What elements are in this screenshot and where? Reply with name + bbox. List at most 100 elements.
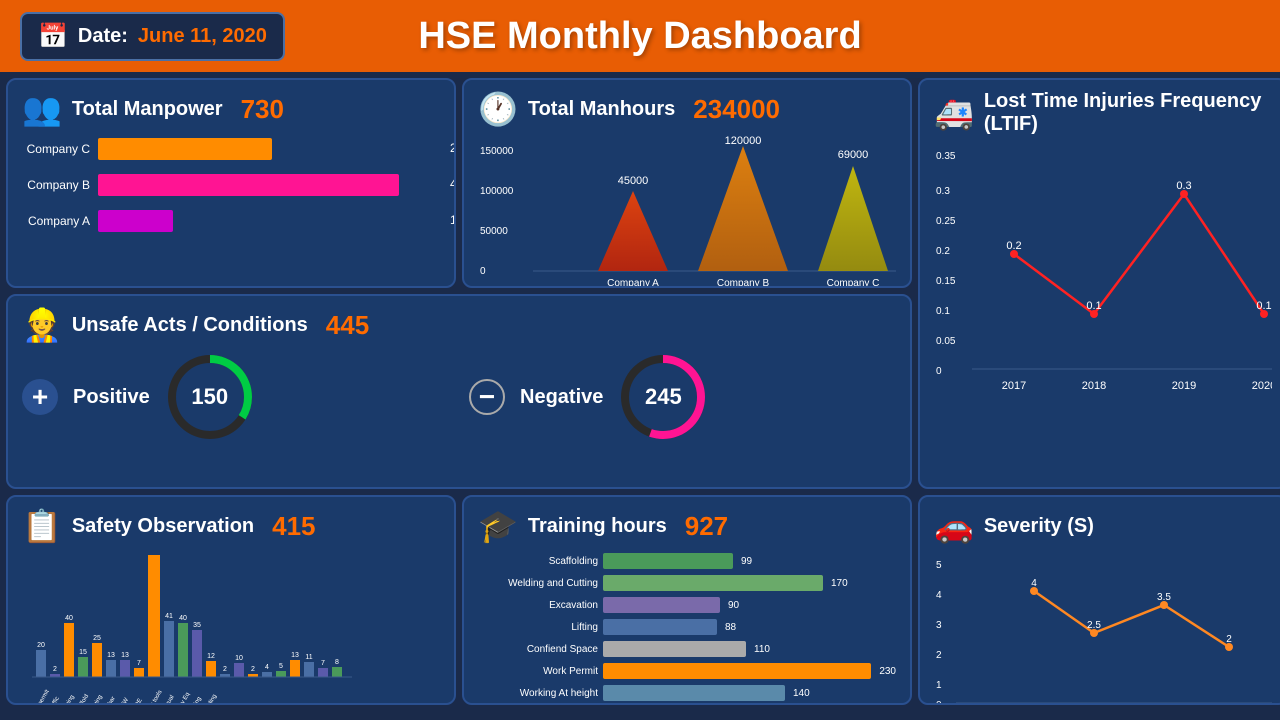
welding-value: 170 [831, 578, 848, 589]
positive-label: Positive [73, 386, 150, 409]
company-b-value: 400 [450, 177, 456, 191]
training-card: 🎓 Training hours 927 Scaffolding 99 Weld… [462, 495, 912, 705]
svg-text:1: 1 [936, 680, 942, 691]
excavation-value: 90 [728, 600, 739, 611]
height-bar [603, 685, 785, 701]
scaffolding-value: 99 [741, 556, 752, 567]
ltif-icon: 🚑 [934, 94, 974, 132]
svg-text:Rigging: Rigging [88, 694, 103, 705]
confined-bar [603, 641, 746, 657]
svg-text:Traffic: Traffic [47, 696, 60, 705]
svg-text:0.1: 0.1 [936, 306, 950, 317]
safety-value: 415 [272, 511, 315, 542]
svg-text:7: 7 [137, 660, 141, 667]
svg-text:0.2: 0.2 [1006, 240, 1021, 252]
svg-text:7: 7 [321, 660, 325, 667]
training-bar-scaffolding: Scaffolding 99 [478, 553, 896, 569]
ltif-header: 🚑 Lost Time Injuries Frequency (LTIF) [934, 90, 1272, 136]
svg-text:0.1: 0.1 [1256, 300, 1271, 312]
svg-text:2.5: 2.5 [1087, 620, 1101, 631]
svg-text:PTW: PTW [118, 697, 130, 705]
svg-text:Welding: Welding [202, 694, 218, 705]
negative-section: − Negative 245 [469, 352, 896, 442]
ltif-svg: 0.35 0.3 0.25 0.2 0.15 0.1 0.05 0 [934, 144, 1272, 414]
svg-text:35: 35 [193, 622, 201, 629]
training-bar-workpermit: Work Permit 230 [478, 663, 896, 679]
svg-text:13: 13 [291, 652, 299, 659]
welding-bar [603, 575, 823, 591]
ltif-chart: 0.35 0.3 0.25 0.2 0.15 0.1 0.05 0 [934, 144, 1272, 414]
workpermit-label: Work Permit [478, 666, 598, 677]
svg-text:Heavy Eq: Heavy Eq [173, 692, 191, 705]
date-value: June 11, 2020 [138, 25, 267, 48]
manpower-bar-companyC: Company C 230 [22, 138, 440, 160]
training-title: Training hours [528, 515, 667, 538]
negative-gauge: 245 [618, 352, 708, 442]
minus-icon: − [469, 379, 505, 415]
unsafe-header: 👷 Unsafe Acts / Conditions 445 [22, 306, 896, 344]
svg-text:Lifting: Lifting [190, 696, 203, 705]
svg-text:50000: 50000 [480, 226, 508, 237]
training-icon: 🎓 [478, 507, 518, 545]
svg-text:2: 2 [223, 666, 227, 673]
lifting-value: 88 [725, 622, 736, 633]
height-value: 140 [793, 688, 810, 699]
company-c-bar [98, 138, 272, 160]
safety-header: 📋 Safety Observation 415 [22, 507, 440, 545]
svg-text:0: 0 [480, 266, 486, 277]
svg-text:5: 5 [279, 663, 283, 670]
training-header: 🎓 Training hours 927 [478, 507, 896, 545]
svg-text:Company A: Company A [607, 278, 659, 288]
svg-text:5: 5 [936, 560, 942, 571]
svg-text:12: 12 [207, 653, 215, 660]
svg-text:0.35: 0.35 [936, 151, 956, 162]
company-c-value: 230 [450, 141, 456, 155]
calendar-icon: 📅 [38, 22, 68, 51]
svg-text:0.3: 0.3 [936, 186, 950, 197]
svg-text:0.2: 0.2 [936, 246, 950, 257]
page-title: HSE Monthly Dashboard [418, 15, 861, 58]
unsafe-title: Unsafe Acts / Conditions [72, 314, 308, 337]
confined-label: Confiend Space [478, 644, 598, 655]
company-a-label: Company A [22, 214, 90, 228]
unsafe-card: 👷 Unsafe Acts / Conditions 445 + Positiv… [6, 294, 912, 489]
manhours-value: 234000 [693, 94, 780, 125]
svg-text:10: 10 [235, 655, 243, 662]
svg-text:120000: 120000 [725, 136, 762, 147]
company-c-label: Company C [22, 142, 90, 156]
ltif-title: Lost Time Injuries Frequency [984, 90, 1261, 113]
svg-text:Signing: Signing [61, 694, 76, 705]
svg-text:15: 15 [79, 649, 87, 656]
negative-label: Negative [520, 386, 603, 409]
svg-text:3.5: 3.5 [1157, 592, 1171, 603]
svg-text:0.15: 0.15 [936, 276, 956, 287]
svg-text:Company C: Company C [827, 278, 880, 288]
manpower-header: 👥 Total Manpower 730 [22, 90, 440, 128]
svg-text:4: 4 [265, 664, 269, 671]
confined-value: 110 [754, 644, 770, 655]
svg-text:20: 20 [37, 642, 45, 649]
svg-text:11: 11 [305, 654, 312, 661]
manhours-header: 🕐 Total Manhours 234000 [478, 90, 896, 128]
manhours-svg: 150000 100000 50000 0 [478, 136, 896, 288]
svg-text:2020: 2020 [1252, 380, 1272, 392]
svg-text:0: 0 [936, 366, 942, 377]
svg-text:13: 13 [121, 652, 129, 659]
svg-text:4: 4 [936, 590, 942, 601]
training-bar-excavation: Excavation 90 [478, 597, 896, 613]
ltif-card: 🚑 Lost Time Injuries Frequency (LTIF) 0.… [918, 78, 1280, 489]
svg-text:2: 2 [53, 666, 57, 673]
excavation-label: Excavation [478, 600, 598, 611]
svg-text:2018: 2018 [1082, 380, 1106, 392]
svg-text:2: 2 [251, 666, 255, 673]
unsafe-value: 445 [326, 310, 369, 341]
svg-text:8: 8 [335, 659, 339, 666]
excavation-bar [603, 597, 720, 613]
scaffolding-label: Scaffolding [478, 556, 598, 567]
plus-icon: + [22, 379, 58, 415]
severity-title: Severity (S) [984, 515, 1094, 538]
severity-chart: 5 4 3 2 1 0 4 2.5 3.5 2 2016 [934, 553, 1272, 705]
manpower-chart: Company C 230 Company B 400 Company A 10… [22, 138, 440, 232]
ltif-title-block: Lost Time Injuries Frequency (LTIF) [984, 90, 1261, 136]
svg-text:40: 40 [179, 615, 187, 622]
